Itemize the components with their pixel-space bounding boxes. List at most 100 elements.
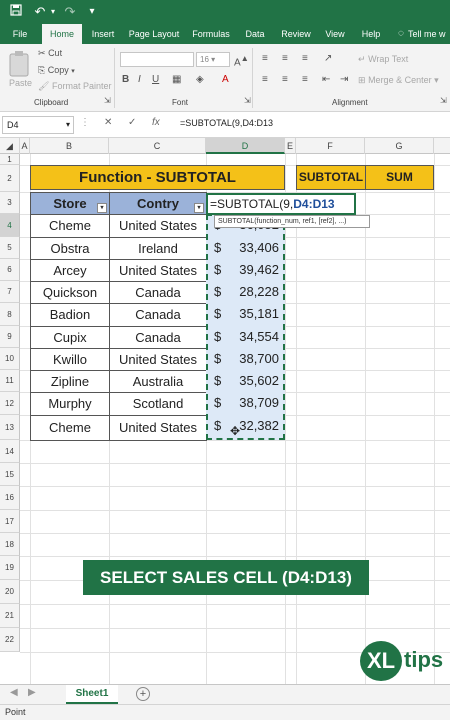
cell-country[interactable]: United States	[109, 214, 207, 238]
row-header-2[interactable]: 2	[0, 165, 20, 192]
col-header-f[interactable]: F	[296, 138, 365, 154]
row-header-16[interactable]: 16	[0, 486, 20, 510]
active-cell-editor[interactable]: =SUBTOTAL(9,D4:D13	[206, 193, 356, 215]
cell-country[interactable]: United States	[109, 415, 207, 441]
name-box[interactable]: D4 ▾	[2, 116, 74, 134]
cell-country[interactable]: Australia	[109, 370, 207, 393]
col-header-g[interactable]: G	[365, 138, 434, 154]
row-header-13[interactable]: 13	[0, 415, 20, 440]
header-country[interactable]: Contry ▾	[109, 192, 207, 215]
save-icon[interactable]	[8, 3, 24, 21]
row-header-7[interactable]: 7	[0, 281, 20, 303]
wrap-text-button[interactable]: ↵ Wrap Text	[358, 54, 408, 65]
cell-store[interactable]: Quickson	[30, 281, 110, 304]
copy-button[interactable]: ⎘ Copy ▾	[38, 65, 75, 76]
orientation-icon[interactable]: ↗	[324, 53, 332, 64]
tab-home[interactable]: Home	[42, 24, 82, 44]
cell-country[interactable]: United States	[109, 348, 207, 371]
font-dialog-launcher-icon[interactable]: ⇲	[244, 96, 251, 105]
cell-country[interactable]: Canada	[109, 281, 207, 304]
tab-insert[interactable]: Insert	[84, 24, 122, 44]
sheet-title[interactable]: Function - SUBTOTAL	[30, 165, 285, 190]
col-header-c[interactable]: C	[109, 138, 206, 154]
borders-icon[interactable]: ▦	[172, 74, 181, 85]
cell-country[interactable]: Scotland	[109, 392, 207, 416]
cell-country[interactable]: Canada	[109, 326, 207, 349]
fill-color-icon[interactable]: ◈	[196, 74, 204, 85]
insert-function-icon[interactable]: fx	[152, 117, 160, 128]
cell-store[interactable]: Zipline	[30, 370, 110, 393]
tab-formulas[interactable]: Formulas	[188, 24, 234, 44]
cell-store[interactable]: Arcey	[30, 259, 110, 282]
row-header-4[interactable]: 4	[0, 214, 20, 237]
col-header-b[interactable]: B	[30, 138, 109, 154]
redo-icon[interactable]: ↷	[62, 3, 78, 21]
tell-me-search[interactable]: Tell me w	[408, 24, 450, 44]
cell-country[interactable]: Canada	[109, 303, 207, 327]
font-size-combo[interactable]: 16 ▾	[196, 52, 230, 67]
cell-store[interactable]: Badion	[30, 303, 110, 327]
align-bottom-icon[interactable]: ≡	[302, 53, 308, 64]
confirm-icon[interactable]: ✓	[128, 117, 136, 128]
undo-icon[interactable]: ↶	[32, 3, 48, 21]
cell-store[interactable]: Murphy	[30, 392, 110, 416]
cell-store[interactable]: Cheme	[30, 415, 110, 441]
row-header-1[interactable]: 1	[0, 154, 20, 165]
filter-dropdown-icon[interactable]: ▾	[194, 203, 204, 213]
prev-sheet-icon[interactable]: ◀	[10, 687, 18, 698]
subtotal-box[interactable]: SUBTOTAL	[296, 165, 366, 190]
increase-font-icon[interactable]: A▲	[234, 53, 249, 68]
dialog-launcher-icon[interactable]: ⇲	[104, 96, 111, 105]
row-header-6[interactable]: 6	[0, 259, 20, 281]
align-middle-icon[interactable]: ≡	[282, 53, 288, 64]
tab-page-layout[interactable]: Page Layout	[124, 24, 184, 44]
customize-toolbar-icon[interactable]: ▾	[84, 3, 100, 21]
font-color-icon[interactable]: A	[222, 74, 229, 85]
formula-input[interactable]: =SUBTOTAL(9,D4:D13	[180, 118, 273, 128]
increase-indent-icon[interactable]: ⇥	[340, 74, 348, 85]
row-header-12[interactable]: 12	[0, 392, 20, 415]
cell-store[interactable]: Cupix	[30, 326, 110, 349]
header-store[interactable]: Store ▾	[30, 192, 110, 215]
row-header-10[interactable]: 10	[0, 348, 20, 370]
cell-store[interactable]: Cheme	[30, 214, 110, 238]
alignment-dialog-launcher-icon[interactable]: ⇲	[440, 96, 447, 105]
filter-dropdown-icon[interactable]: ▾	[97, 203, 107, 213]
cut-button[interactable]: ✂ Cut	[38, 48, 62, 59]
format-painter-button[interactable]: 🖌 Format Painter	[38, 81, 111, 92]
col-header-e[interactable]: E	[285, 138, 296, 154]
tab-help[interactable]: Help	[354, 24, 388, 44]
align-right-icon[interactable]: ≡	[302, 74, 308, 85]
row-header-9[interactable]: 9	[0, 326, 20, 348]
align-left-icon[interactable]: ≡	[262, 74, 268, 85]
underline-button[interactable]: U	[152, 74, 159, 85]
row-header-3[interactable]: 3	[0, 192, 20, 214]
row-header-11[interactable]: 11	[0, 370, 20, 392]
lightbulb-icon[interactable]: ◌	[396, 24, 406, 44]
paste-button[interactable]: Paste	[6, 48, 34, 94]
align-center-icon[interactable]: ≡	[282, 74, 288, 85]
tab-data[interactable]: Data	[238, 24, 272, 44]
row-header-18[interactable]: 18	[0, 533, 20, 556]
row-header-17[interactable]: 17	[0, 510, 20, 533]
col-header-a[interactable]: A	[20, 138, 30, 154]
cell-store[interactable]: Obstra	[30, 237, 110, 260]
merge-center-button[interactable]: ⊞ Merge & Center ▾	[358, 75, 439, 86]
row-header-22[interactable]: 22	[0, 628, 20, 652]
tab-view[interactable]: View	[318, 24, 352, 44]
bold-button[interactable]: B	[122, 74, 129, 85]
row-header-21[interactable]: 21	[0, 604, 20, 628]
row-header-19[interactable]: 19	[0, 556, 20, 580]
align-top-icon[interactable]: ≡	[262, 53, 268, 64]
decrease-indent-icon[interactable]: ⇤	[322, 74, 330, 85]
cell-country[interactable]: Ireland	[109, 237, 207, 260]
row-header-5[interactable]: 5	[0, 237, 20, 259]
row-header-14[interactable]: 14	[0, 440, 20, 463]
row-header-15[interactable]: 15	[0, 463, 20, 486]
row-header-20[interactable]: 20	[0, 580, 20, 604]
tab-file[interactable]: File	[2, 24, 38, 44]
select-all-corner[interactable]: ◢	[0, 138, 20, 154]
undo-dropdown-icon[interactable]: ▾	[48, 3, 58, 21]
sheet-tab-sheet1[interactable]: Sheet1	[66, 685, 118, 704]
cell-country[interactable]: United States	[109, 259, 207, 282]
